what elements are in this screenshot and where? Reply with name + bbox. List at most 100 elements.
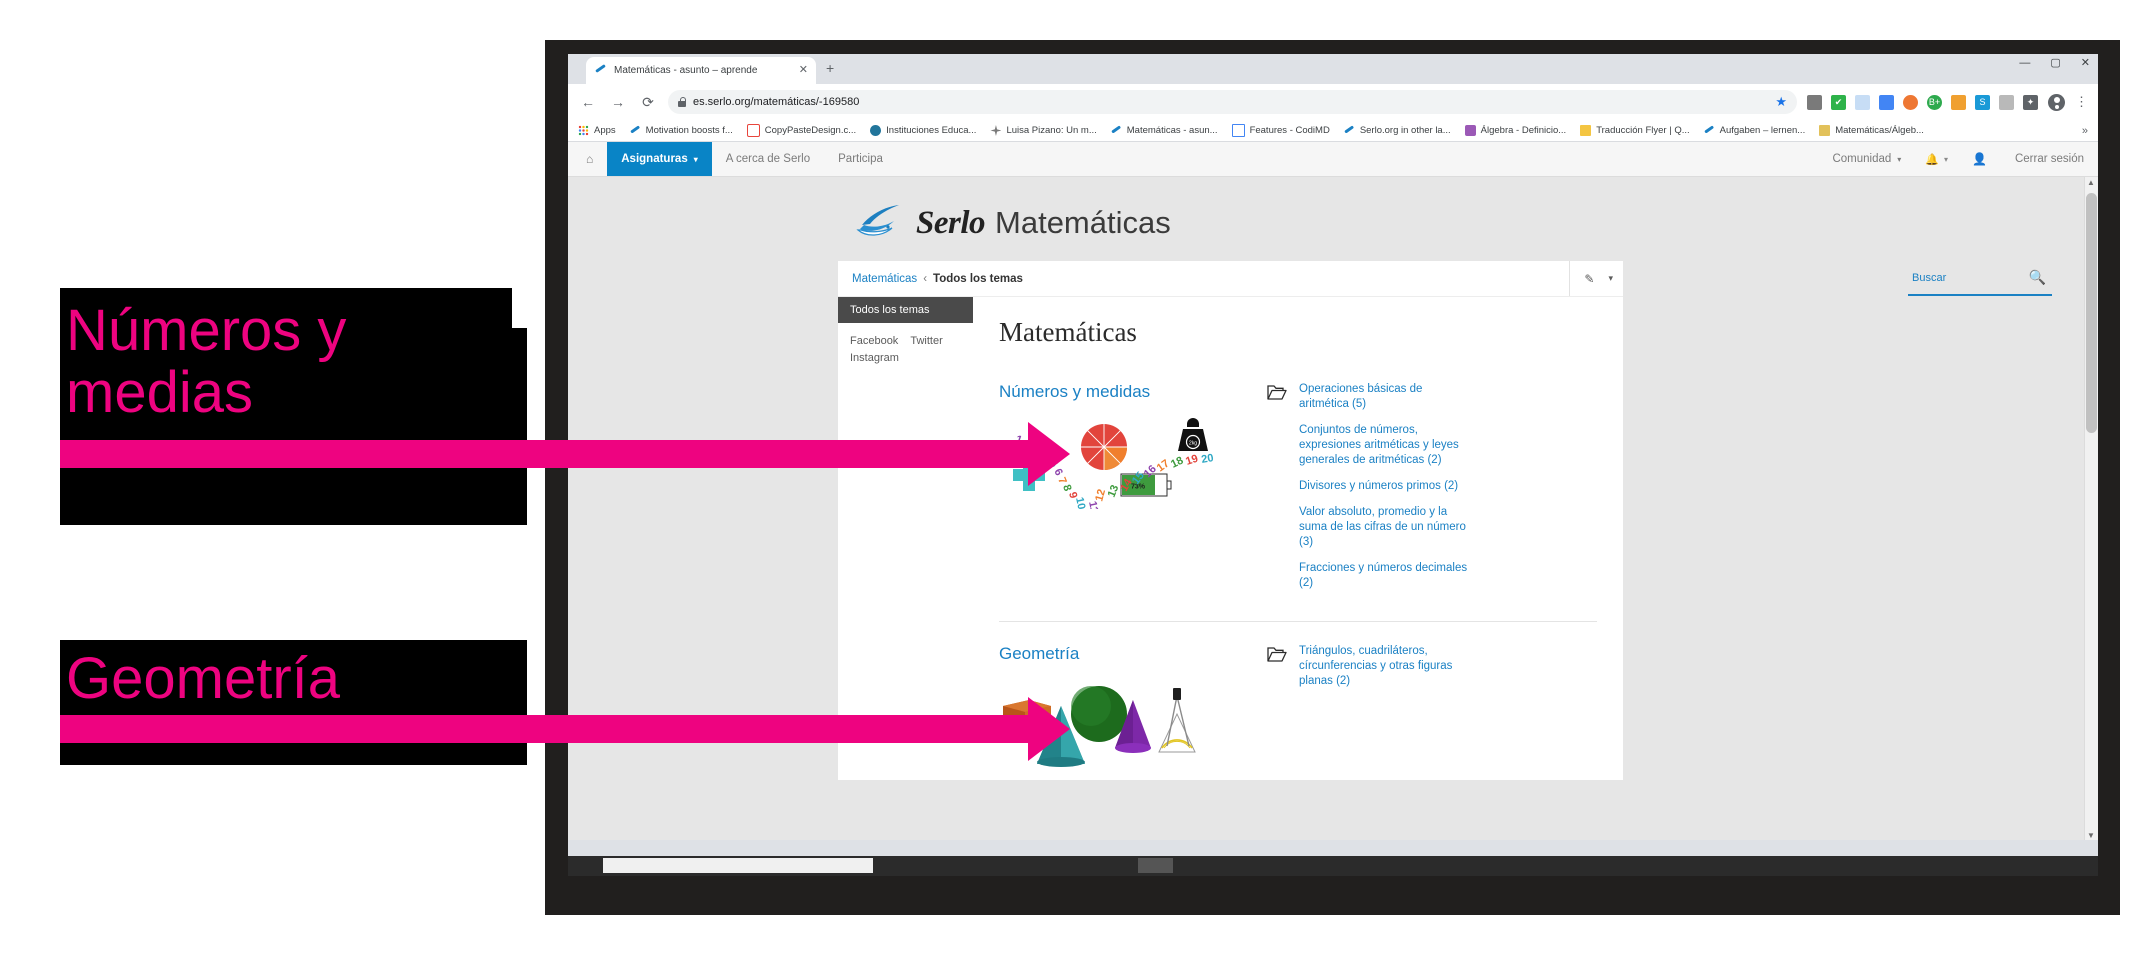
taskbar-item[interactable]	[1138, 858, 1173, 873]
topic-link[interactable]: Divisores y números primos (2)	[1299, 479, 1474, 494]
document-extension[interactable]	[1855, 94, 1870, 110]
profile-avatar-icon[interactable]	[2048, 93, 2065, 111]
bookmark-item[interactable]: Traducción Flyer | Q...	[1580, 125, 1690, 136]
svg-text:19: 19	[1184, 453, 1199, 468]
bookmark-label: Aufgaben – lernen...	[1719, 125, 1806, 136]
bookmarks-bar: Apps Motivation boosts f... CopyPasteDesig…	[568, 120, 2098, 142]
browser-tabstrip: Matemáticas - asunto – aprende ✕ + — ▢ ✕	[568, 54, 2098, 84]
note-icon	[1580, 125, 1592, 136]
doc-icon	[1231, 124, 1245, 137]
annotation-label-1: Números y medias	[60, 300, 512, 424]
social-link-instagram[interactable]: Instagram	[850, 350, 899, 367]
taskbar-item[interactable]	[603, 858, 873, 873]
bookmarks-overflow-icon[interactable]: »	[2082, 125, 2088, 137]
nav-item-comunidad[interactable]: Comunidad ▾	[1818, 142, 1915, 176]
browser-tab[interactable]: Matemáticas - asunto – aprende ✕	[586, 57, 816, 84]
serlo-wordmark: Serlo	[916, 204, 986, 241]
window-controls: — ▢ ✕	[2019, 56, 2090, 70]
window-close-icon[interactable]: ✕	[2081, 56, 2090, 69]
pocket-extension[interactable]	[1807, 94, 1822, 110]
close-icon[interactable]: ✕	[799, 65, 808, 76]
logout-link[interactable]: Cerrar sesión	[2001, 142, 2098, 176]
forward-icon[interactable]: →	[608, 92, 628, 112]
bookmark-item[interactable]: Matemáticas/Álgeb...	[1819, 125, 1924, 136]
sidebar-item-all-topics[interactable]: Todos los temas	[838, 297, 973, 323]
nav-item-acerca[interactable]: A cerca de Serlo	[712, 142, 824, 176]
topic-heading-geometria[interactable]: Geometría	[999, 644, 1249, 664]
topic-link[interactable]: Valor absoluto, promedio y la suma de la…	[1299, 505, 1474, 550]
nav-label: Asignaturas	[621, 153, 688, 165]
bookmark-item[interactable]: Apps	[578, 125, 616, 136]
bplus-extension[interactable]: B+	[1927, 94, 1942, 110]
bookmark-item[interactable]: Aufgaben – lernen...	[1704, 125, 1806, 136]
breadcrumb-parent[interactable]: Matemáticas	[852, 273, 917, 285]
content-card: Matemáticas ‹ Todos los temas ✎ ▾ 🔍	[838, 261, 2052, 780]
nav-item-asignaturas[interactable]: Asignaturas ▾	[607, 142, 712, 176]
social-link-facebook[interactable]: Facebook	[850, 333, 898, 350]
search-input[interactable]	[1908, 270, 2024, 285]
topic-heading-numeros[interactable]: Números y medidas	[999, 382, 1249, 402]
chevron-down-icon: ▾	[693, 154, 698, 164]
annotation-arrow-head-1	[1028, 422, 1070, 486]
site-topnav: ⌂ Asignaturas ▾ A cerca de Serlo Partici…	[568, 142, 2098, 177]
annotation-arrow-head-2	[1028, 697, 1070, 761]
bookmark-item[interactable]: Serlo.org in other la...	[1344, 125, 1451, 136]
back-icon[interactable]: ←	[578, 92, 598, 112]
bookmark-label: Features - CodiMD	[1249, 125, 1330, 136]
serlo-icon	[630, 125, 641, 136]
social-link-twitter[interactable]: Twitter	[910, 333, 942, 350]
maximize-icon[interactable]: ▢	[2050, 56, 2060, 69]
minimize-icon[interactable]: —	[2019, 57, 2030, 69]
bookmark-item[interactable]: Luisa Pizano: Un m...	[990, 125, 1097, 136]
scrollbar-thumb[interactable]	[2086, 193, 2097, 433]
user-icon[interactable]: 👤	[1958, 142, 2001, 176]
pencil-icon[interactable]: ✎	[1584, 272, 1594, 286]
chevron-down-icon[interactable]: ▾	[1608, 273, 1613, 284]
bluebar-extension[interactable]	[1879, 94, 1894, 110]
bookmark-item[interactable]: Features - CodiMD	[1231, 124, 1330, 137]
annotation-backdrop-1b	[512, 328, 527, 525]
nav-item-participa[interactable]: Participa	[824, 142, 897, 176]
bookmark-label: Serlo.org in other la...	[1359, 125, 1451, 136]
page-scrollbar[interactable]: ▲ ▼	[2084, 177, 2098, 840]
browser-menu-icon[interactable]: ⋮	[2075, 94, 2088, 110]
search-box[interactable]: 🔍	[1908, 261, 2052, 296]
s-extension[interactable]: S	[1975, 94, 1990, 110]
breadcrumb-current: Todos los temas	[933, 272, 1023, 285]
search-icon[interactable]: 🔍	[2029, 269, 2052, 286]
puzzle-extension[interactable]: ✦	[2023, 94, 2038, 110]
topic-link[interactable]: Conjuntos de números, expresiones aritmé…	[1299, 423, 1474, 468]
bookmark-item[interactable]: Motivation boosts f...	[630, 125, 733, 136]
svg-text:10: 10	[1073, 496, 1087, 509]
breadcrumb: Matemáticas ‹ Todos los temas ✎ ▾ 🔍	[838, 261, 2052, 297]
bookmark-label: Traducción Flyer | Q...	[1596, 125, 1690, 136]
topic-links-geometria: Triángulos, cuadriláteros, círcunferenci…	[1299, 644, 1474, 689]
topic-link[interactable]: Triángulos, cuadriláteros, círcunferenci…	[1299, 644, 1474, 689]
notifications-button[interactable]: 🔔 ▾	[1915, 142, 1958, 176]
topnav-right: Comunidad ▾ 🔔 ▾ 👤 Cerrar sesión	[1818, 142, 2098, 176]
bookmark-item[interactable]: Matemáticas - asun...	[1111, 125, 1218, 136]
topic-link[interactable]: Fracciones y números decimales (2)	[1299, 561, 1474, 591]
scroll-up-icon[interactable]: ▲	[2087, 178, 2095, 187]
checkmark-extension[interactable]: ✔	[1831, 94, 1846, 110]
topic-link[interactable]: Operaciones básicas de aritmética (5)	[1299, 382, 1474, 412]
browser-toolbar: ← → ⟳ es.serlo.org/matemáticas/-169580 ★…	[568, 84, 2098, 120]
home-icon[interactable]: ⌂	[568, 142, 607, 176]
bookmark-item[interactable]: CopyPasteDesign.c...	[746, 124, 857, 137]
bookmark-star-icon[interactable]: ★	[1775, 94, 1787, 110]
serlo-subject-title: Matemáticas	[995, 205, 1171, 240]
annotation-text: Números y medias	[66, 298, 347, 425]
extensions-tray: ✔ B+ S ✦	[1807, 94, 2038, 110]
grey-extension[interactable]	[1999, 94, 2014, 110]
serlo-favicon-icon	[594, 64, 608, 78]
reload-icon[interactable]: ⟳	[638, 92, 658, 112]
new-tab-button[interactable]: +	[826, 60, 834, 76]
bookmark-label: CopyPasteDesign.c...	[764, 125, 857, 136]
rocket-extension[interactable]	[1951, 94, 1966, 110]
globe-extension[interactable]	[1903, 94, 1918, 110]
bookmark-item[interactable]: Álgebra - Definicio...	[1464, 125, 1566, 136]
scroll-down-icon[interactable]: ▼	[2087, 831, 2095, 840]
breadcrumb-separator: ‹	[923, 272, 928, 285]
bookmark-item[interactable]: Instituciones Educa...	[870, 125, 976, 136]
address-bar[interactable]: es.serlo.org/matemáticas/-169580 ★	[668, 90, 1797, 114]
